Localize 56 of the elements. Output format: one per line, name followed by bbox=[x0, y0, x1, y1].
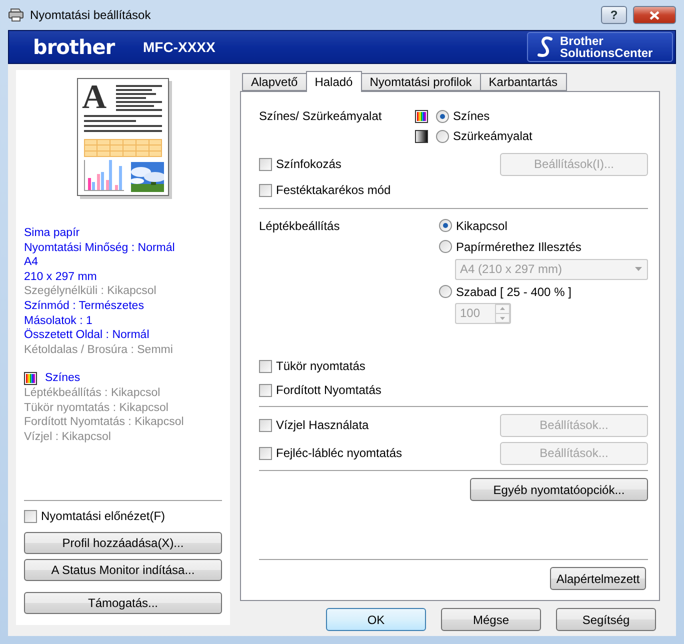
preview-letter: A bbox=[82, 81, 107, 115]
summary-line: Összetett Oldal : Normál bbox=[24, 328, 150, 343]
close-button[interactable] bbox=[633, 6, 676, 24]
tab[interactable]: Alapvető bbox=[242, 73, 307, 91]
spin-arrows-icon bbox=[495, 304, 510, 322]
window-title: Nyomtatási beállítások bbox=[30, 8, 152, 22]
summary-line: Tükör nyomtatás : Kikapcsol bbox=[24, 400, 170, 416]
tab[interactable]: Karbantartás bbox=[480, 73, 566, 91]
bar-chart-icon bbox=[84, 160, 124, 191]
printer-icon bbox=[8, 8, 24, 22]
side-button[interactable]: Profil hozzáadása(X)... bbox=[24, 532, 222, 554]
section-label: Léptékbeállítás bbox=[259, 218, 341, 232]
tab[interactable]: Nyomtatási profilok bbox=[360, 73, 481, 91]
help-button[interactable]: ? bbox=[601, 6, 627, 24]
radio-button[interactable]: Szürkeámyalat bbox=[436, 129, 532, 143]
summary-line: Léptékbeállítás : Kikapcsol bbox=[24, 386, 162, 401]
close-icon bbox=[649, 10, 660, 20]
radio-button[interactable]: Színes bbox=[436, 109, 490, 123]
side-button[interactable]: Támogatás... bbox=[24, 592, 222, 614]
checkbox[interactable]: Festéktakarékos mód bbox=[259, 183, 391, 197]
grayscale-icon bbox=[415, 130, 428, 142]
dialog-button[interactable]: OK bbox=[326, 608, 426, 631]
summary-line: Kétoldalas / Brosúra : Semmi bbox=[24, 342, 174, 358]
summary-line: Színes bbox=[45, 371, 80, 386]
summary-line: Fordított Nyomtatás : Kikapcsol bbox=[24, 415, 185, 430]
brand-logo: brother bbox=[33, 35, 116, 59]
dialog-button[interactable]: Segítség bbox=[556, 608, 656, 631]
summary-line: A4 bbox=[24, 255, 40, 270]
text-lines-icon bbox=[84, 115, 164, 135]
section-label: Színes/ Szürkeámyalat bbox=[259, 109, 383, 123]
table-icon bbox=[84, 139, 162, 157]
checkbox[interactable]: Fordított Nyomtatás bbox=[259, 383, 382, 397]
swirl-logo-icon bbox=[536, 36, 554, 58]
checkbox[interactable]: Vízjel Használata bbox=[259, 418, 369, 432]
color-bars-icon bbox=[24, 372, 37, 386]
checkbox[interactable]: Színfokozás bbox=[259, 157, 342, 171]
radio-button[interactable]: Kikapcsol bbox=[439, 218, 508, 232]
checkbox[interactable]: Tükör nyomtatás bbox=[259, 359, 366, 373]
side-button[interactable]: A Status Monitor indítása... bbox=[24, 559, 222, 581]
summary-line: 210 x 297 mm bbox=[24, 270, 98, 284]
text-lines-icon bbox=[116, 85, 164, 113]
summary-line: Nyomtatási Minőség : Normál bbox=[24, 240, 176, 256]
checkbox[interactable]: Fejléc-lábléc nyomtatás bbox=[259, 446, 402, 460]
summary-line: Másolatok : 1 bbox=[24, 314, 94, 328]
summary-line: Sima papír bbox=[24, 226, 81, 241]
dialog-button[interactable]: Mégse bbox=[441, 608, 541, 631]
summary-line: Vízjel : Kikapcsol bbox=[24, 430, 112, 444]
model-name: MFC-XXXX bbox=[143, 39, 216, 55]
summary-line: Színmód : Természetes bbox=[24, 298, 145, 314]
color-bars-icon bbox=[415, 110, 428, 122]
checkbox[interactable]: Nyomtatási előnézet(F) bbox=[24, 509, 222, 523]
summary-line: Szegélynélküli : Kikapcsol bbox=[24, 284, 158, 299]
tab[interactable]: Haladó bbox=[306, 71, 362, 92]
default-button[interactable]: Alapértelmezett bbox=[550, 567, 646, 590]
other-options-button[interactable]: Egyéb nyomtatóopciók... bbox=[470, 478, 648, 501]
solutions-center-button[interactable]: Brother SolutionsCenter bbox=[527, 32, 673, 62]
